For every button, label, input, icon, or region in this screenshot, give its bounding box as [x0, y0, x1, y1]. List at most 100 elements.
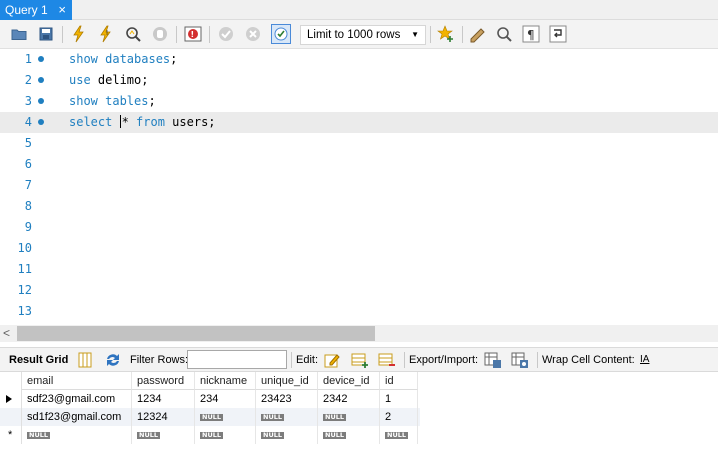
grid-cell[interactable]: sd1f23@gmail.com	[22, 408, 132, 426]
save-icon[interactable]	[36, 24, 56, 44]
edit-row-icon[interactable]	[323, 351, 341, 369]
tab-query-1[interactable]: Query 1 ×	[0, 0, 72, 20]
grid-cell[interactable]: 2342	[318, 390, 380, 408]
row-header[interactable]: *	[0, 426, 22, 444]
grid-cell[interactable]: NULL	[380, 426, 418, 444]
editor-line[interactable]: 13	[0, 301, 718, 322]
scrollbar-thumb[interactable]	[17, 326, 375, 341]
limit-rows-select[interactable]: Limit to 1000 rows ▼	[300, 25, 426, 45]
wrap-icon[interactable]	[548, 24, 568, 44]
editor-line[interactable]: 12	[0, 280, 718, 301]
editor-line[interactable]: 7	[0, 175, 718, 196]
statement-marker-icon	[38, 77, 44, 83]
line-number: 5	[24, 136, 32, 150]
statement-marker-icon	[38, 98, 44, 104]
beautify-icon[interactable]	[468, 24, 488, 44]
grid-cell[interactable]: 12324	[132, 408, 195, 426]
sql-text: ;	[148, 94, 156, 108]
toolbar-separator	[291, 352, 292, 368]
code-text: select * from users;	[69, 112, 216, 133]
wrap-cell-icon[interactable]: IA	[640, 348, 649, 372]
grid-cell[interactable]: NULL	[318, 408, 380, 426]
toolbar-separator	[209, 26, 210, 43]
toggle-error-icon[interactable]: !	[183, 24, 203, 44]
editor-line[interactable]: 1 show databases;	[0, 49, 718, 70]
line-number: 3	[24, 94, 32, 108]
toolbar-separator	[404, 352, 405, 368]
null-badge: NULL	[261, 431, 285, 439]
sql-text: ;	[170, 52, 178, 66]
grid-cell[interactable]: NULL	[318, 426, 380, 444]
autocommit-icon[interactable]	[271, 24, 291, 44]
table-row[interactable]: * NULL NULL NULL NULL NULL NULL	[0, 426, 420, 444]
code-text: show tables;	[69, 91, 156, 112]
grid-header-row: email password nickname unique_id device_id i…	[0, 372, 420, 390]
editor-line[interactable]: 6	[0, 154, 718, 175]
editor-line[interactable]: 9	[0, 217, 718, 238]
refresh-icon[interactable]	[104, 351, 122, 369]
column-header-password[interactable]: password	[132, 372, 195, 390]
line-number: 11	[17, 262, 32, 276]
open-folder-icon[interactable]	[9, 24, 29, 44]
line-number: 8	[24, 199, 32, 213]
horizontal-scrollbar[interactable]: <	[0, 325, 718, 342]
editor-line[interactable]: 11	[0, 259, 718, 280]
execute-icon[interactable]	[69, 24, 89, 44]
find-icon[interactable]	[494, 24, 514, 44]
editor-line[interactable]: 2 use delimo;	[0, 70, 718, 91]
grid-cell[interactable]: NULL	[132, 426, 195, 444]
grid-cell[interactable]: NULL	[195, 426, 256, 444]
column-header-nickname[interactable]: nickname	[195, 372, 256, 390]
null-badge: NULL	[200, 413, 224, 421]
line-number: 9	[24, 220, 32, 234]
rollback-icon[interactable]	[243, 24, 263, 44]
table-row[interactable]: sdf23@gmail.com 1234 234 23423 2342 1	[0, 390, 420, 408]
grid-cell[interactable]: 23423	[256, 390, 318, 408]
column-header-id[interactable]: id	[380, 372, 418, 390]
grid-cell[interactable]: 234	[195, 390, 256, 408]
grid-cell[interactable]: NULL	[256, 426, 318, 444]
filter-rows-input[interactable]	[187, 350, 287, 369]
result-toolbar: Result Grid Filter Rows: Edit: Export/Im…	[0, 347, 718, 372]
null-badge: NULL	[137, 431, 161, 439]
commit-icon[interactable]	[216, 24, 236, 44]
column-header-email[interactable]: email	[22, 372, 132, 390]
column-header-device-id[interactable]: device_id	[318, 372, 380, 390]
grid-cell[interactable]: NULL	[195, 408, 256, 426]
toolbar-separator	[176, 26, 177, 43]
stop-icon[interactable]	[150, 24, 170, 44]
sql-editor[interactable]: 1 show databases; 2 use delimo; 3 show tables…	[0, 49, 718, 325]
editor-line[interactable]: 3 show tables;	[0, 91, 718, 112]
export-import-label: Export/Import:	[409, 354, 479, 366]
insert-row-icon[interactable]	[351, 351, 369, 369]
result-grid-label[interactable]: Result Grid	[9, 348, 68, 372]
grid-cell[interactable]: 1	[380, 390, 418, 408]
editor-line[interactable]: 8	[0, 196, 718, 217]
row-header[interactable]	[0, 390, 22, 408]
toolbar-separator	[537, 352, 538, 368]
import-icon[interactable]	[511, 351, 529, 369]
editor-line[interactable]: 5	[0, 133, 718, 154]
result-grid: email password nickname unique_id device_id i…	[0, 372, 718, 470]
execute-current-icon[interactable]: I	[96, 24, 116, 44]
sql-keyword: show databases	[69, 52, 171, 66]
new-row-marker: *	[8, 429, 13, 441]
column-header-unique-id[interactable]: unique_id	[256, 372, 318, 390]
export-icon[interactable]	[484, 351, 502, 369]
row-header[interactable]	[0, 408, 22, 426]
table-row[interactable]: sd1f23@gmail.com 12324 NULL NULL NULL 2	[0, 408, 420, 426]
grid-cell[interactable]: NULL	[256, 408, 318, 426]
invisible-chars-icon[interactable]: ¶	[521, 24, 541, 44]
explain-icon[interactable]	[123, 24, 143, 44]
close-tab-icon[interactable]: ×	[58, 0, 66, 20]
bookmark-icon[interactable]	[436, 24, 456, 44]
grid-cell[interactable]: NULL	[22, 426, 132, 444]
editor-line[interactable]: 10	[0, 238, 718, 259]
grid-cell[interactable]: sdf23@gmail.com	[22, 390, 132, 408]
grid-cell[interactable]: 1234	[132, 390, 195, 408]
scroll-left-icon[interactable]: <	[3, 325, 10, 342]
editor-line[interactable]: 4 select * from users;	[0, 112, 718, 133]
grid-view-icon[interactable]	[76, 351, 94, 369]
grid-cell[interactable]: 2	[380, 408, 418, 426]
delete-row-icon[interactable]	[378, 351, 396, 369]
